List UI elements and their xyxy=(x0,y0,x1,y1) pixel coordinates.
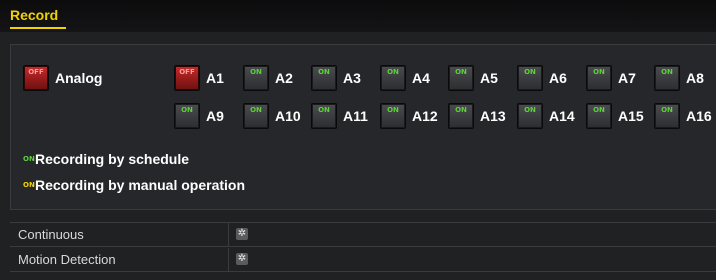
channel-a15-label: A15 xyxy=(618,108,644,124)
channel-a8-toggle[interactable]: ON xyxy=(654,65,680,91)
motion-detection-label: Motion Detection xyxy=(18,252,116,267)
record-window: Record OFF Analog OFF A1 ON A2 ON A3 ON … xyxy=(0,0,716,280)
title-bar: Record xyxy=(0,0,716,32)
channel-a2-label: A2 xyxy=(275,70,293,86)
channel-a10-label: A10 xyxy=(275,108,301,124)
channel-a15-toggle[interactable]: ON xyxy=(586,103,612,129)
analog-toggle-button[interactable]: OFF xyxy=(23,65,49,91)
gear-icon[interactable]: ✲ xyxy=(236,228,248,240)
channel-a7-toggle[interactable]: ON xyxy=(586,65,612,91)
page-title: Record xyxy=(10,7,59,23)
channel-a4-toggle[interactable]: ON xyxy=(380,65,406,91)
gear-icon[interactable]: ✲ xyxy=(236,253,248,265)
channel-a1-label: A1 xyxy=(206,70,224,86)
channel-a13-label: A13 xyxy=(480,108,506,124)
table-row-continuous: Continuous ✲ xyxy=(10,223,716,247)
channel-a7-label: A7 xyxy=(618,70,636,86)
channel-a12-toggle[interactable]: ON xyxy=(380,103,406,129)
channel-a9-toggle[interactable]: ON xyxy=(174,103,200,129)
channel-a9-label: A9 xyxy=(206,108,224,124)
analog-label: Analog xyxy=(55,70,103,86)
legend-manual-text: Recording by manual operation xyxy=(35,177,246,193)
schedule-on-icon: ON xyxy=(23,155,35,163)
channel-a1-toggle[interactable]: OFF xyxy=(174,65,200,91)
channel-a5-toggle[interactable]: ON xyxy=(448,65,474,91)
continuous-label: Continuous xyxy=(18,227,84,242)
channel-a6-toggle[interactable]: ON xyxy=(517,65,543,91)
row-divider xyxy=(228,223,229,247)
row-divider xyxy=(228,248,229,272)
channel-a3-toggle[interactable]: ON xyxy=(311,65,337,91)
channel-panel: OFF Analog OFF A1 ON A2 ON A3 ON A4 ON A… xyxy=(10,44,716,210)
channel-a11-toggle[interactable]: ON xyxy=(311,103,337,129)
channel-a3-label: A3 xyxy=(343,70,361,86)
channel-a4-label: A4 xyxy=(412,70,430,86)
channel-a2-toggle[interactable]: ON xyxy=(243,65,269,91)
legend-schedule-text: Recording by schedule xyxy=(35,151,190,167)
channel-a5-label: A5 xyxy=(480,70,498,86)
channel-a11-label: A11 xyxy=(343,108,368,124)
record-type-table: Continuous ✲ Motion Detection ✲ xyxy=(10,222,716,275)
channel-a16-toggle[interactable]: ON xyxy=(654,103,680,129)
title-underline xyxy=(10,27,66,29)
channel-a8-label: A8 xyxy=(686,70,704,86)
channel-a10-toggle[interactable]: ON xyxy=(243,103,269,129)
channel-a12-label: A12 xyxy=(412,108,438,124)
channel-a16-label: A16 xyxy=(686,108,712,124)
channel-a6-label: A6 xyxy=(549,70,567,86)
channel-a13-toggle[interactable]: ON xyxy=(448,103,474,129)
table-row-motion-detection: Motion Detection ✲ xyxy=(10,248,716,272)
channel-a14-label: A14 xyxy=(549,108,575,124)
manual-on-icon: ON xyxy=(23,181,35,189)
channel-a14-toggle[interactable]: ON xyxy=(517,103,543,129)
